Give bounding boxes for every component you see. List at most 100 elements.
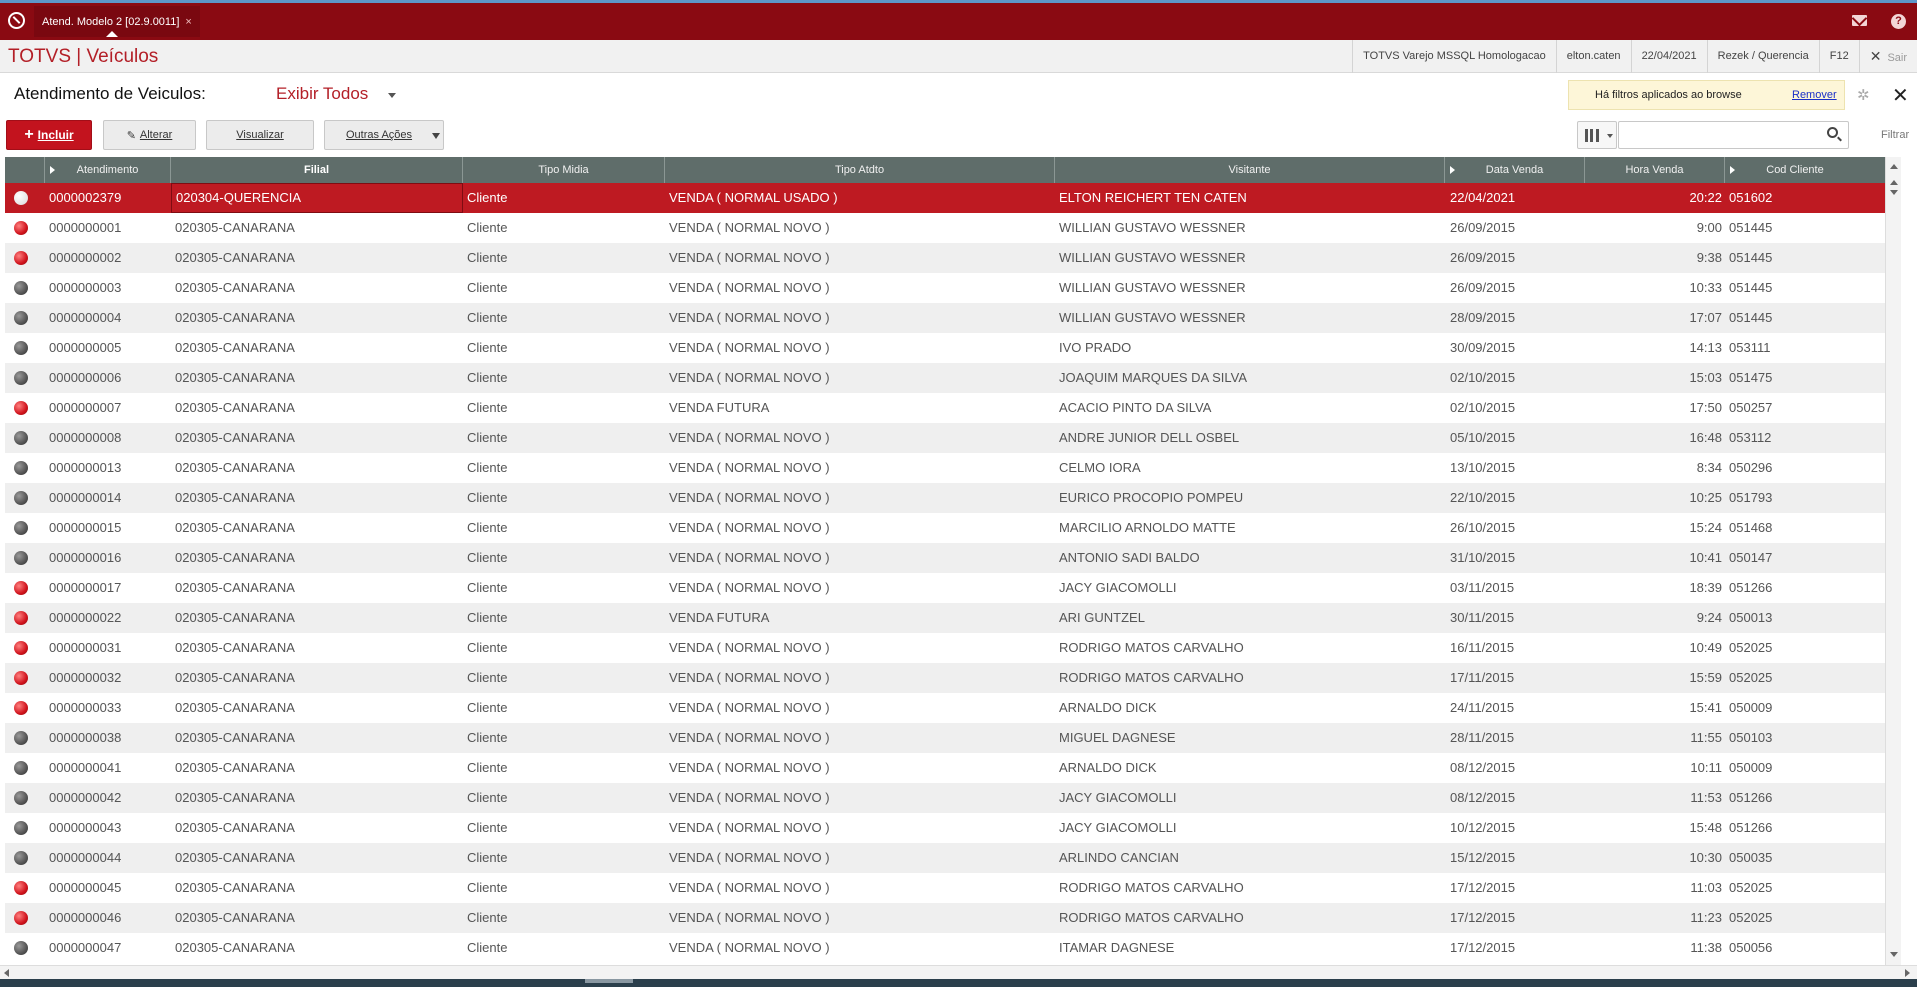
view-selector[interactable]: Exibir Todos	[276, 84, 368, 104]
help-icon[interactable]: ?	[1891, 14, 1906, 29]
table-row[interactable]: 0000000032 020305-CANARANA Cliente VENDA ( …	[5, 663, 1885, 693]
chevron-down-icon[interactable]	[388, 93, 396, 98]
table-row[interactable]: 0000000047 020305-CANARANA Cliente VENDA ( …	[5, 933, 1885, 963]
columns-icon	[1585, 129, 1599, 142]
outras-acoes-button[interactable]: Outras Ações	[324, 120, 444, 150]
cell-data: 28/09/2015	[1450, 310, 1516, 325]
header-tipo-atdto[interactable]: Tipo Atdto	[665, 157, 1055, 183]
cell-cliente: 051445	[1729, 220, 1773, 235]
table-row[interactable]: 0000000038 020305-CANARANA Cliente VENDA ( …	[5, 723, 1885, 753]
cell-cliente: 052025	[1729, 640, 1773, 655]
table-row[interactable]: 0000000015 020305-CANARANA Cliente VENDA ( …	[5, 513, 1885, 543]
incluir-button[interactable]: + Incluir	[6, 120, 92, 150]
gear-icon[interactable]: ✲	[1857, 86, 1870, 104]
cell-visitante: IVO PRADO	[1059, 340, 1132, 355]
cell-visitante: ARNALDO DICK	[1059, 700, 1157, 715]
horizontal-scrollbar[interactable]	[0, 965, 1917, 979]
close-icon[interactable]: ✕	[1892, 83, 1909, 108]
cell-visitante: CELMO IORA	[1059, 460, 1141, 475]
header-tipo-midia[interactable]: Tipo Midia	[463, 157, 665, 183]
table-row[interactable]: 0000000006 020305-CANARANA Cliente VENDA ( …	[5, 363, 1885, 393]
table-row[interactable]: 0000000046 020305-CANARANA Cliente VENDA ( …	[5, 903, 1885, 933]
cell-filial: 020305-CANARANA	[175, 670, 295, 685]
cell-hora: 17:07	[1689, 310, 1722, 325]
table-row[interactable]: 0000000041 020305-CANARANA Cliente VENDA ( …	[5, 753, 1885, 783]
cell-hora: 10:11	[1690, 760, 1722, 775]
table-row[interactable]: 0000000014 020305-CANARANA Cliente VENDA ( …	[5, 483, 1885, 513]
cell-filial: 020305-CANARANA	[175, 520, 295, 535]
status-cell	[5, 693, 45, 723]
branch-label[interactable]: Rezek / Querencia	[1706, 40, 1819, 73]
page-up-icon[interactable]	[1890, 180, 1898, 185]
header-cod-cliente[interactable]: Cod Cliente	[1725, 157, 1865, 183]
visualizar-button[interactable]: Visualizar	[206, 120, 314, 150]
cell-cliente: 052025	[1729, 910, 1773, 925]
scroll-left-icon[interactable]	[4, 969, 9, 977]
cell-cliente: 052025	[1729, 880, 1773, 895]
cell-atendimento: 0000000031	[49, 640, 122, 655]
header-visitante[interactable]: Visitante	[1055, 157, 1445, 183]
header-data-venda[interactable]: Data Venda	[1445, 157, 1585, 183]
cell-cliente: 051475	[1729, 370, 1773, 385]
table-row[interactable]: 0000002379 020304-QUERENCIA Cliente VENDA (…	[5, 183, 1885, 213]
table-row[interactable]: 0000000031 020305-CANARANA Cliente VENDA ( …	[5, 633, 1885, 663]
grid-header: Atendimento Filial Tipo Midia Tipo Atdto…	[5, 157, 1885, 183]
cell-hora: 16:48	[1689, 430, 1722, 445]
table-row[interactable]: 0000000004 020305-CANARANA Cliente VENDA ( …	[5, 303, 1885, 333]
remove-filters-link[interactable]: Remover	[1792, 89, 1837, 101]
table-row[interactable]: 0000000001 020305-CANARANA Cliente VENDA ( …	[5, 213, 1885, 243]
cell-hora: 20:22	[1689, 190, 1722, 205]
header-filial[interactable]: Filial	[171, 157, 463, 183]
filter-button[interactable]: Filtrar	[1881, 129, 1909, 141]
cell-visitante: JOAQUIM MARQUES DA SILVA	[1059, 370, 1248, 385]
exit-button[interactable]: ✕ Sair	[1858, 40, 1917, 73]
table-row[interactable]: 0000000045 020305-CANARANA Cliente VENDA ( …	[5, 873, 1885, 903]
scroll-up-icon[interactable]	[1890, 164, 1898, 169]
page-down-icon[interactable]	[1890, 190, 1898, 195]
header-atendimento[interactable]: Atendimento	[45, 157, 171, 183]
cell-visitante: WILLIAN GUSTAVO WESSNER	[1059, 220, 1246, 235]
search-icon[interactable]	[1827, 127, 1838, 138]
scroll-right-icon[interactable]	[1905, 969, 1910, 977]
cell-midia: Cliente	[467, 250, 508, 265]
table-row[interactable]: 0000000043 020305-CANARANA Cliente VENDA ( …	[5, 813, 1885, 843]
cell-visitante: JACY GIACOMOLLI	[1059, 580, 1177, 595]
cell-filial: 020305-CANARANA	[175, 790, 295, 805]
table-row[interactable]: 0000000017 020305-CANARANA Cliente VENDA ( …	[5, 573, 1885, 603]
cell-atendimento: 0000000042	[49, 790, 122, 805]
table-row[interactable]: 0000000013 020305-CANARANA Cliente VENDA ( …	[5, 453, 1885, 483]
table-row[interactable]: 0000000002 020305-CANARANA Cliente VENDA ( …	[5, 243, 1885, 273]
cell-filial: 020305-CANARANA	[175, 280, 295, 295]
mail-icon[interactable]	[1852, 15, 1867, 26]
search-input[interactable]	[1618, 121, 1849, 149]
table-row[interactable]: 0000000005 020305-CANARANA Cliente VENDA ( …	[5, 333, 1885, 363]
table-row[interactable]: 0000000042 020305-CANARANA Cliente VENDA ( …	[5, 783, 1885, 813]
table-row[interactable]: 0000000008 020305-CANARANA Cliente VENDA ( …	[5, 423, 1885, 453]
cell-filial: 020305-CANARANA	[175, 850, 295, 865]
shortcut-label[interactable]: F12	[1818, 40, 1859, 73]
table-row[interactable]: 0000000033 020305-CANARANA Cliente VENDA ( …	[5, 693, 1885, 723]
cell-cliente: 051468	[1729, 520, 1773, 535]
cell-cliente: 051445	[1729, 310, 1773, 325]
column-picker-button[interactable]	[1577, 121, 1617, 149]
scroll-down-icon[interactable]	[1890, 952, 1898, 957]
cell-atdto: VENDA FUTURA	[669, 400, 770, 415]
vertical-scrollbar[interactable]	[1885, 157, 1901, 965]
status-cell	[5, 453, 45, 483]
table-row[interactable]: 0000000044 020305-CANARANA Cliente VENDA ( …	[5, 843, 1885, 873]
totvs-logo-icon[interactable]	[8, 12, 25, 29]
table-row[interactable]: 0000000007 020305-CANARANA Cliente VENDA FU…	[5, 393, 1885, 423]
status-gray-icon	[14, 521, 28, 535]
grid-body: 0000002379 020304-QUERENCIA Cliente VENDA (…	[5, 183, 1885, 963]
table-row[interactable]: 0000000003 020305-CANARANA Cliente VENDA ( …	[5, 273, 1885, 303]
table-row[interactable]: 0000000016 020305-CANARANA Cliente VENDA ( …	[5, 543, 1885, 573]
table-row[interactable]: 0000000022 020305-CANARANA Cliente VENDA FU…	[5, 603, 1885, 633]
cell-hora: 14:13	[1689, 340, 1722, 355]
header-hora-venda[interactable]: Hora Venda	[1585, 157, 1725, 183]
alterar-button[interactable]: ✎ Alterar	[103, 120, 196, 150]
tab-close-icon[interactable]: ×	[185, 16, 191, 28]
status-cell	[5, 723, 45, 753]
status-cell	[5, 393, 45, 423]
cell-midia: Cliente	[467, 400, 508, 415]
cell-cliente: 050009	[1729, 700, 1773, 715]
